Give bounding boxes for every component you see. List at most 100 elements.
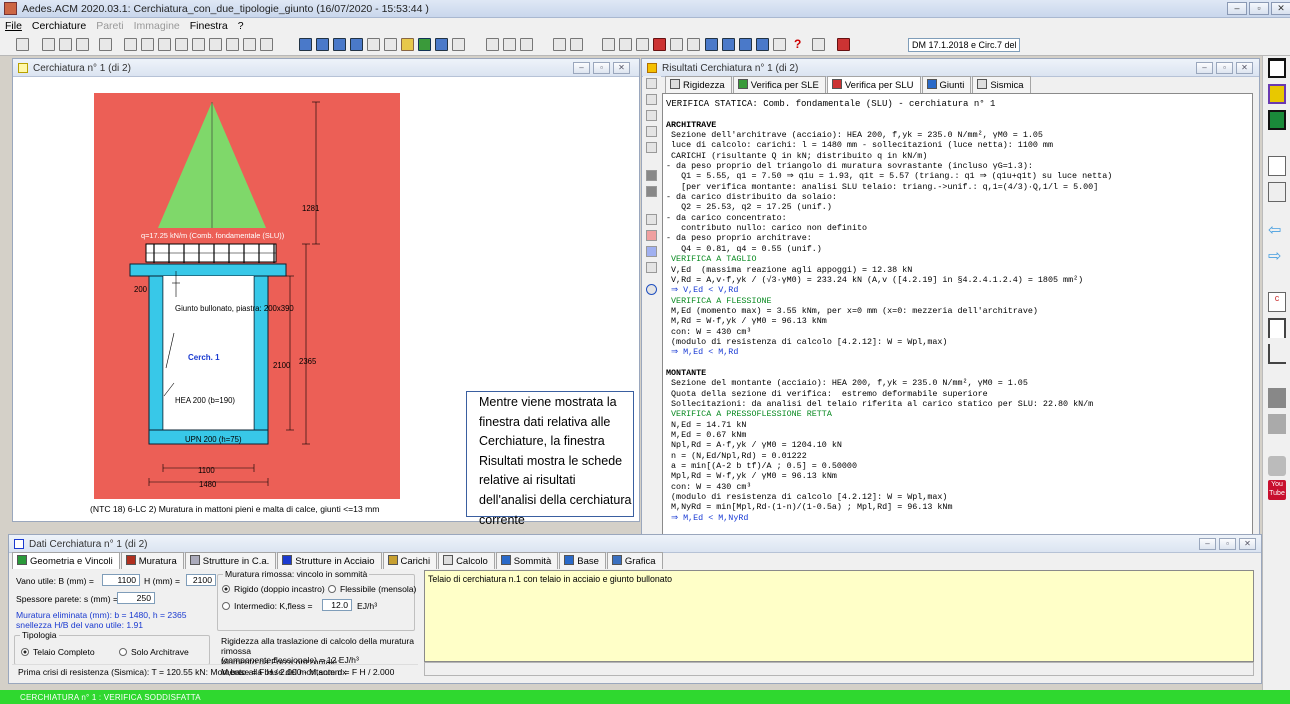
doc3-icon[interactable] (636, 38, 649, 51)
layout-icon[interactable] (1268, 110, 1286, 130)
maximize-button[interactable]: ▫ (1249, 2, 1269, 15)
layers-icon[interactable] (553, 38, 566, 51)
font-icon[interactable] (646, 262, 657, 273)
first-icon[interactable] (299, 38, 312, 51)
page-icon[interactable] (1268, 156, 1286, 176)
book-icon[interactable] (1268, 414, 1286, 434)
radio-rigido[interactable]: Rigido (doppio incastro) (222, 584, 325, 594)
c-section-icon[interactable]: c (1268, 292, 1286, 312)
beam-icon[interactable] (435, 38, 448, 51)
menu-pareti[interactable]: Pareti (91, 18, 128, 32)
open-icon[interactable] (16, 38, 29, 51)
side-tool-6-icon[interactable] (646, 170, 657, 181)
data-maximize-button[interactable]: ▫ (1219, 538, 1236, 550)
side-tool-1-icon[interactable] (646, 78, 657, 89)
frame-icon[interactable] (1268, 84, 1286, 104)
vano-h-input[interactable]: 2100 (186, 574, 216, 586)
spessore-input[interactable]: 250 (117, 592, 155, 604)
norm-icon[interactable] (837, 38, 850, 51)
new-icon[interactable] (42, 38, 55, 51)
grid4-icon[interactable] (739, 38, 752, 51)
whats-this-icon[interactable] (812, 38, 825, 51)
tab-rigidezza[interactable]: Rigidezza (665, 76, 732, 93)
edit-icon[interactable] (653, 38, 666, 51)
tab-geometria[interactable]: Geometria e Vincoli (12, 552, 120, 569)
doc-icon[interactable] (602, 38, 615, 51)
doc2-icon[interactable] (619, 38, 632, 51)
copy-icon[interactable] (646, 214, 657, 225)
description-memo[interactable]: Telaio di cerchiatura n.1 con telaio in … (424, 570, 1254, 662)
pan-icon[interactable] (209, 38, 222, 51)
youtube-icon[interactable]: You Tube (1268, 480, 1286, 500)
font-decrease-icon[interactable] (646, 246, 657, 257)
table-icon[interactable] (570, 38, 583, 51)
tab-strutture-ca[interactable]: Strutture in C.a. (184, 552, 277, 569)
side-tool-2-icon[interactable] (646, 94, 657, 105)
data-close-button[interactable]: ✕ (1239, 538, 1256, 550)
folder-icon[interactable] (59, 38, 72, 51)
side-tool-3-icon[interactable] (646, 110, 657, 121)
select-icon[interactable] (243, 38, 256, 51)
export-icon[interactable] (452, 38, 465, 51)
next-icon[interactable] (333, 38, 346, 51)
move-icon[interactable] (260, 38, 273, 51)
window-icon[interactable] (773, 38, 786, 51)
side-tool-5-icon[interactable] (646, 142, 657, 153)
chart-icon[interactable] (503, 38, 516, 51)
menu-cerchiature[interactable]: Cerchiature (27, 18, 91, 32)
grid2-icon[interactable] (705, 38, 718, 51)
menu-finestra[interactable]: Finestra (185, 18, 233, 32)
tab-calcolo[interactable]: Calcolo (438, 552, 495, 569)
last-icon[interactable] (350, 38, 363, 51)
portal-icon[interactable] (1268, 318, 1286, 338)
tab-giunti[interactable]: Giunti (921, 76, 972, 93)
zoom-extents-icon[interactable] (192, 38, 205, 51)
menu-immagine[interactable]: Immagine (129, 18, 185, 32)
tab-sommita[interactable]: Sommità (495, 552, 559, 569)
cad-minimize-button[interactable]: – (573, 62, 590, 74)
rotate-icon[interactable] (226, 38, 239, 51)
results-minimize-button[interactable]: – (1196, 62, 1213, 74)
vano-b-input[interactable]: 1100 (102, 574, 140, 586)
minimize-button[interactable]: – (1227, 2, 1247, 15)
home-icon[interactable] (1268, 58, 1286, 78)
arrow-left-icon[interactable]: ⇦ (1268, 222, 1286, 242)
table2-icon[interactable] (687, 38, 700, 51)
delete-icon[interactable] (384, 38, 397, 51)
tab-strutture-acciaio[interactable]: Strutture in Acciaio (277, 552, 382, 569)
radio-solo-architrave[interactable]: Solo Architrave (119, 647, 189, 657)
side-tool-4-icon[interactable] (646, 126, 657, 137)
results-text[interactable]: VERIFICA STATICA: Comb. fondamentale (SL… (662, 93, 1253, 549)
results-icon[interactable] (670, 38, 683, 51)
memo-scrollbar[interactable] (424, 662, 1254, 676)
results-close-button[interactable]: ✕ (1236, 62, 1253, 74)
close-button[interactable]: ✕ (1271, 2, 1290, 15)
refresh-icon[interactable] (646, 284, 657, 295)
tab-muratura[interactable]: Muratura (120, 552, 184, 569)
radio-intermedio[interactable]: Intermedio: K,fless = (222, 601, 313, 611)
cad-close-button[interactable]: ✕ (613, 62, 630, 74)
help-icon[interactable]: ? (794, 37, 801, 51)
printer-icon[interactable] (1268, 456, 1286, 476)
zoom-icon[interactable] (175, 38, 188, 51)
font-increase-icon[interactable] (646, 230, 657, 241)
side-tool-7-icon[interactable] (646, 186, 657, 197)
tab-verifica-slu[interactable]: Verifica per SLU (826, 76, 921, 93)
diagram-icon[interactable] (1268, 344, 1286, 364)
copy-icon[interactable] (1268, 182, 1286, 202)
arrow-right-icon[interactable]: ⇨ (1268, 248, 1286, 268)
tab-carichi[interactable]: Carichi (382, 552, 438, 569)
menu-file[interactable]: File (0, 18, 27, 32)
radio-flessibile[interactable]: Flessibile (mensola) (328, 584, 416, 594)
zoom-out-icon[interactable] (158, 38, 171, 51)
menu-help[interactable]: ? (233, 18, 249, 32)
kfless-input[interactable]: 12.0 (322, 599, 352, 611)
calc-icon[interactable] (520, 38, 533, 51)
data-minimize-button[interactable]: – (1199, 538, 1216, 550)
cad-maximize-button[interactable]: ▫ (593, 62, 610, 74)
tab-grafica[interactable]: Grafica (606, 552, 663, 569)
tab-verifica-sle[interactable]: Verifica per SLE (732, 76, 826, 93)
undo-icon[interactable] (367, 38, 380, 51)
radio-telaio-completo[interactable]: Telaio Completo (21, 647, 95, 657)
zoom-in-icon[interactable] (141, 38, 154, 51)
